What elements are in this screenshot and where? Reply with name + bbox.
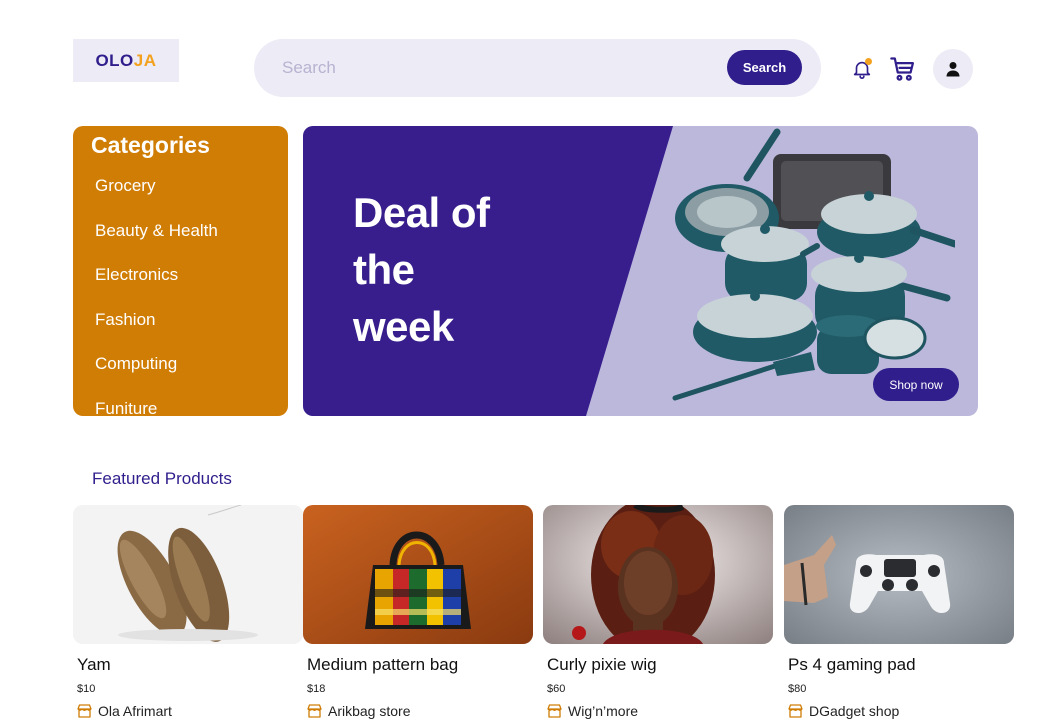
product-image-bag[interactable]: [303, 505, 533, 644]
banner-headline: Deal of the week: [353, 184, 553, 355]
banner-line-3: week: [353, 303, 454, 350]
category-item-computing[interactable]: Computing: [95, 355, 218, 400]
product-image-gamepad[interactable]: [784, 505, 1014, 644]
store-name[interactable]: Arikbag store: [328, 703, 410, 719]
category-item-furniture[interactable]: Funiture: [95, 399, 218, 416]
logo-text-part2: JA: [133, 50, 157, 70]
logo-text-part1: OLO: [95, 50, 134, 70]
product-card-gamepad[interactable]: Ps 4 gaming pad $80 DGadget shop: [784, 505, 1014, 719]
deal-banner: Deal of the week Shop now: [303, 126, 978, 416]
cart-icon[interactable]: [889, 55, 917, 83]
store-icon: [77, 704, 92, 718]
featured-products-title: Featured Products: [92, 469, 232, 488]
product-name[interactable]: Yam: [73, 655, 303, 675]
product-price: $18: [307, 683, 326, 695]
category-list: Grocery Beauty & Health Electronics Fash…: [95, 177, 218, 416]
product-store[interactable]: Wig’n’more: [543, 703, 773, 719]
product-image-wig[interactable]: [543, 505, 773, 644]
product-price: $80: [788, 683, 807, 695]
store-name[interactable]: DGadget shop: [809, 703, 899, 719]
search-button[interactable]: Search: [727, 50, 802, 85]
store-name[interactable]: Wig’n’more: [568, 703, 638, 719]
banner-line-2: the: [353, 246, 415, 293]
category-item-grocery[interactable]: Grocery: [95, 177, 218, 222]
product-card-bag[interactable]: Medium pattern bag $18 Arikbag store: [303, 505, 533, 719]
store-name[interactable]: Ola Afrimart: [98, 703, 172, 719]
categories-panel: Categories Grocery Beauty & Health Elect…: [73, 126, 288, 416]
category-item-electronics[interactable]: Electronics: [95, 266, 218, 311]
store-icon: [788, 704, 803, 718]
product-price: $10: [77, 683, 96, 695]
search-bar: Search: [254, 39, 821, 97]
product-store[interactable]: DGadget shop: [784, 703, 1014, 719]
search-input[interactable]: [282, 53, 702, 83]
notification-dot: [865, 58, 872, 65]
product-store[interactable]: Ola Afrimart: [73, 703, 303, 719]
categories-title: Categories: [91, 132, 210, 158]
product-store[interactable]: Arikbag store: [303, 703, 533, 719]
user-icon[interactable]: [933, 49, 973, 89]
bell-icon[interactable]: [850, 57, 874, 81]
product-card-yam[interactable]: Yam $10 Ola Afrimart: [73, 505, 303, 719]
logo[interactable]: OLO JA: [73, 39, 179, 82]
product-name[interactable]: Curly pixie wig: [543, 655, 773, 675]
product-price: $60: [547, 683, 566, 695]
store-icon: [307, 704, 322, 718]
product-card-wig[interactable]: Curly pixie wig $60 Wig’n’more: [543, 505, 773, 719]
product-name[interactable]: Ps 4 gaming pad: [784, 655, 1014, 675]
category-item-fashion[interactable]: Fashion: [95, 310, 218, 356]
store-icon: [547, 704, 562, 718]
product-name[interactable]: Medium pattern bag: [303, 655, 533, 675]
category-item-beauty-health[interactable]: Beauty & Health: [95, 221, 218, 267]
banner-line-1: Deal of: [353, 189, 490, 236]
product-image-yam[interactable]: [73, 505, 303, 644]
shop-now-button[interactable]: Shop now: [873, 368, 959, 401]
